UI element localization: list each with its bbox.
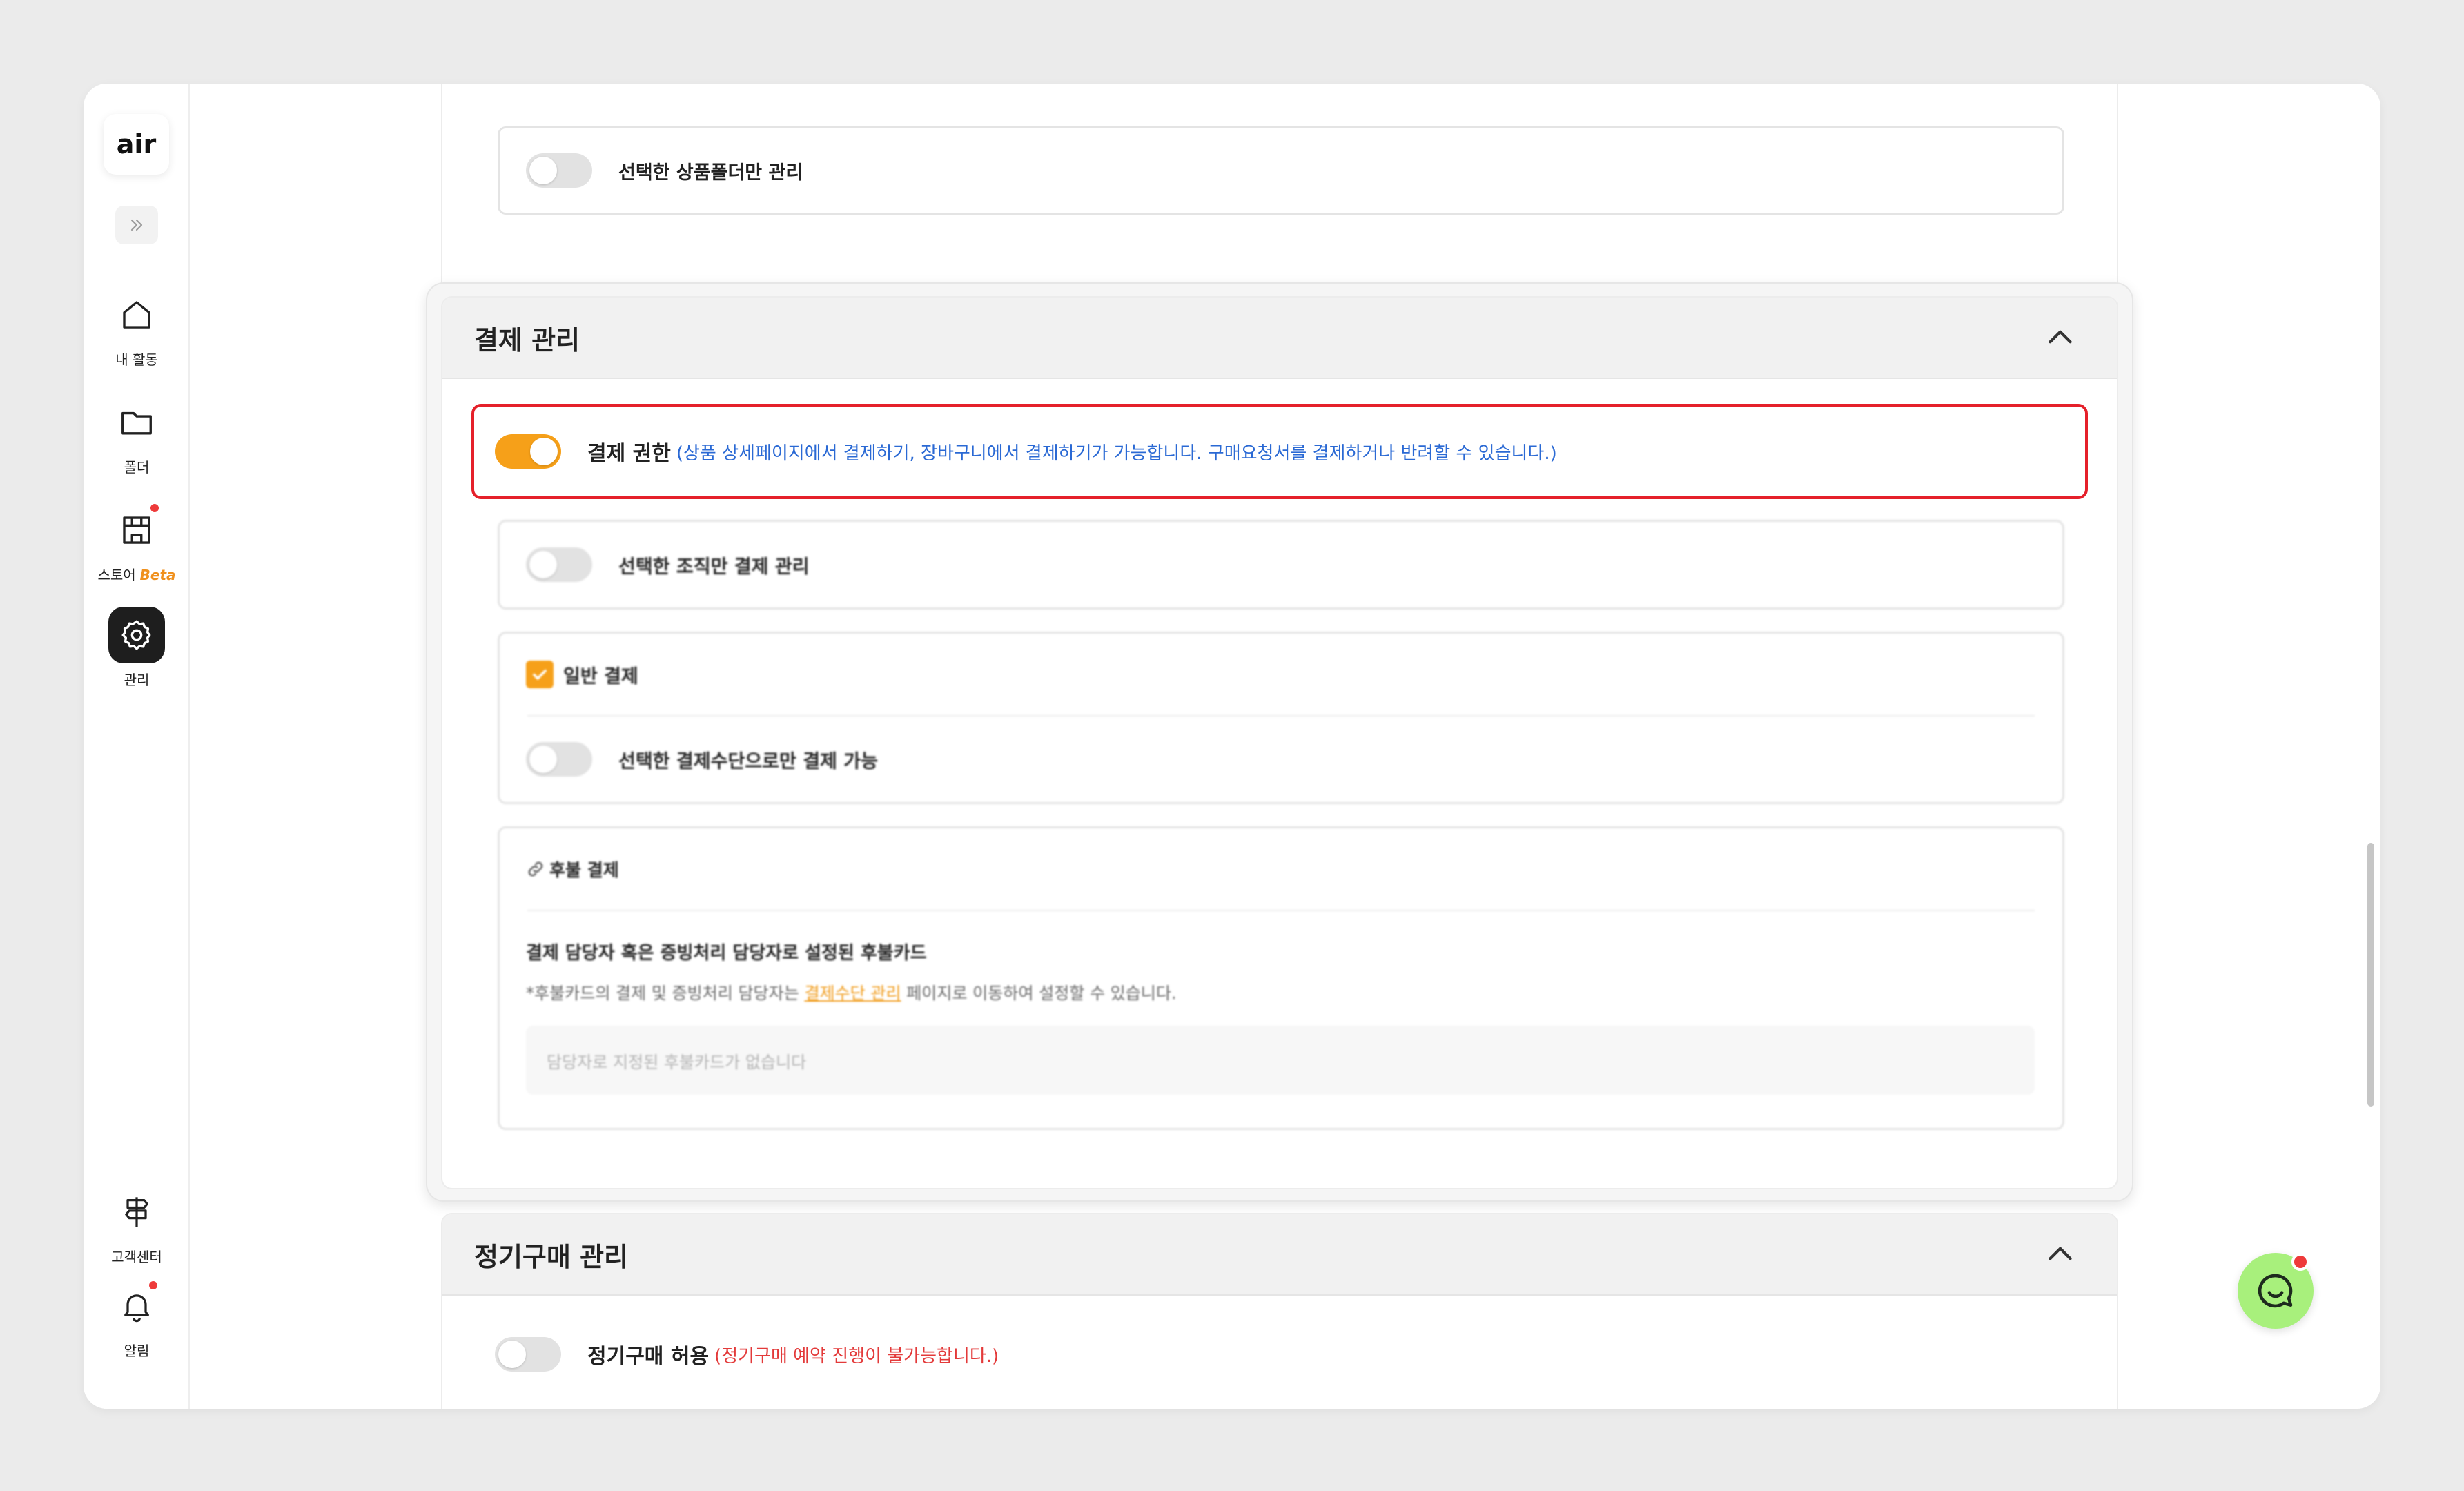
collapse-button[interactable] [2041,318,2080,357]
org-toggle-box: 선택한 조직만 결제 관리 [498,520,2064,610]
postpaid-card-empty-field: 담당자로 지정된 후불카드가 없습니다 [526,1026,2035,1095]
sidebar-item-folder[interactable]: 폴더 [84,394,190,476]
nav-icon-wrap [108,1278,165,1334]
payment-method-only-label: 선택한 결제수단으로만 결제 가능 [618,750,878,772]
postpaid-note-suffix: 페이지로 이동하여 설정할 수 있습니다. [901,984,1177,1003]
org-toggle-row: 선택한 조직만 결제 관리 [500,522,2062,607]
sidebar-item-my-activity[interactable]: 내 활동 [84,286,190,369]
notification-dot [147,1279,159,1292]
chat-notification-dot [2291,1253,2309,1271]
subscription-allow-note: (정기구매 예약 진행이 불가능합니다.) [714,1345,999,1367]
logo-text: air [116,129,157,159]
vertical-scrollbar[interactable] [2367,843,2374,1107]
nav-icon-wrap [108,394,165,451]
section-title: 정기구매 관리 [474,1241,628,1272]
home-icon [123,301,150,329]
folder-toggle-row: 선택한 상품폴더만 관리 [500,128,2062,213]
beta-badge: Beta [139,567,176,583]
payment-permission-toggle[interactable] [495,434,561,469]
nav-icon-wrap [108,1184,165,1240]
nav-icon-wrap [108,286,165,343]
sidebar-item-label: 스토어 [97,567,136,583]
payment-permission-row: 결제 권한 (상품 상세페이지에서 결제하기, 장바구니에서 결제하기가 가능합… [471,404,2088,499]
payment-permission-label: 결제 권한 [587,442,671,466]
sidebar-item-label: 폴더 [124,459,150,476]
general-payment-row[interactable]: 일반 결제 [500,634,2062,715]
chevron-up-icon [2049,1247,2072,1260]
payment-management-section: 결제 관리 결제 권한 (상품 상세페이지에서 결제하기, 장바구니에서 결제하… [441,296,2118,1189]
link-icon [528,861,543,877]
org-only-label: 선택한 조직만 결제 관리 [618,556,810,578]
folder-only-toggle[interactable] [526,153,592,188]
subscription-management-section: 정기구매 관리 정기구매 허용 (정기구매 예약 진행이 불가능합니다.) [441,1213,2118,1409]
payment-permission-note: (상품 상세페이지에서 결제하기, 장바구니에서 결제하기가 가능합니다. 구매… [676,442,1557,464]
settings-icon [121,620,151,650]
notification-dot [148,502,161,514]
subscription-allow-toggle[interactable] [495,1337,561,1372]
sidebar-item-label-wrap: 스토어 Beta [97,564,175,584]
sidebar-item-label: 내 활동 [115,351,158,368]
general-payment-box: 일반 결제 선택한 결제수단으로만 결제 가능 [498,632,2064,804]
signpost-icon [125,1197,148,1227]
payment-method-toggle-row: 선택한 결제수단으로만 결제 가능 [500,717,2062,802]
postpaid-title-row: 후불 결제 [500,828,2062,910]
chat-icon [2258,1274,2293,1308]
collapse-button[interactable] [2041,1235,2080,1274]
air-logo[interactable]: air [104,114,169,175]
payment-method-only-toggle[interactable] [526,742,592,777]
general-payment-label: 일반 결제 [563,665,638,688]
check-icon [533,670,547,680]
sidebar-item-store[interactable]: 스토어 Beta [84,502,190,584]
sidebar-item-help-center[interactable]: 고객센터 [84,1184,190,1266]
postpaid-subtitle: 결제 담당자 혹은 증빙처리 담당자로 설정된 후불카드 [526,943,927,964]
double-chevron-right-icon [130,219,143,231]
nav-icon-wrap [108,502,165,558]
folder-toggle-box: 선택한 상품폴더만 관리 [498,126,2064,215]
section-title: 결제 관리 [474,324,580,355]
subscription-allow-label: 정기구매 허용 [587,1345,710,1369]
store-icon [123,516,150,544]
settings-column: 선택한 상품폴더만 관리 결제 관리 결제 권한 (상품 상세페이지에서 결제하… [426,84,2133,1409]
chevron-up-icon [2049,330,2072,344]
sidebar-item-admin[interactable]: 관리 [84,607,190,689]
postpaid-title: 후불 결제 [549,860,619,880]
product-folder-section: 선택한 상품폴더만 관리 [441,84,2118,298]
sidebar-item-label: 알림 [124,1343,150,1359]
postpaid-body: 결제 담당자 혹은 증빙처리 담당자로 설정된 후불카드 *후불카드의 결제 및… [500,911,2062,1095]
subscription-toggle-row: 정기구매 허용 (정기구매 예약 진행이 불가능합니다.) [495,1337,999,1372]
sidebar: air 내 활동 폴더 스토어 Beta 관리 고객센터 알림 [84,84,190,1409]
nav-icon-wrap [108,607,165,663]
postpaid-note: *후불카드의 결제 및 증빙처리 담당자는 결제수단 관리 페이지로 이동하여 … [526,980,2035,1004]
folder-icon [121,411,152,435]
payment-section-header[interactable]: 결제 관리 [442,298,2117,379]
general-payment-checkbox[interactable] [526,661,554,688]
app-window: air 내 활동 폴더 스토어 Beta 관리 고객센터 알림 선택한 상품폴더… [84,84,2380,1409]
postpaid-payment-box: 후불 결제 결제 담당자 혹은 증빙처리 담당자로 설정된 후불카드 *후불카드… [498,826,2064,1130]
payment-method-management-link[interactable]: 결제수단 관리 [804,984,901,1003]
main-content: 선택한 상품폴더만 관리 결제 관리 결제 권한 (상품 상세페이지에서 결제하… [190,84,2380,1409]
bell-icon [124,1294,149,1323]
postpaid-note-prefix: *후불카드의 결제 및 증빙처리 담당자는 [526,984,805,1003]
sidebar-item-label: 고객센터 [111,1249,162,1265]
subscription-section-header[interactable]: 정기구매 관리 [442,1214,2117,1296]
sidebar-item-label: 관리 [124,672,150,688]
org-only-toggle[interactable] [526,547,592,582]
expand-sidebar-button[interactable] [115,206,158,244]
folder-only-label: 선택한 상품폴더만 관리 [618,162,803,184]
sidebar-item-notifications[interactable]: 알림 [84,1278,190,1360]
